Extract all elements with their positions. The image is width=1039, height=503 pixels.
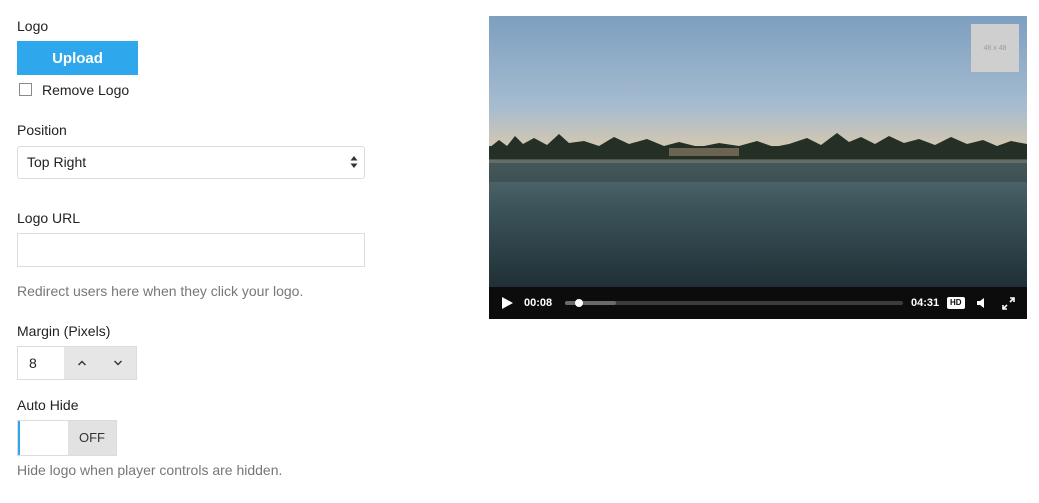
margin-decrement-button[interactable] bbox=[100, 347, 136, 379]
toggle-knob[interactable] bbox=[18, 421, 68, 455]
progress-bar[interactable] bbox=[565, 299, 903, 307]
current-time: 00:08 bbox=[524, 297, 553, 309]
remove-logo-checkbox[interactable] bbox=[19, 83, 32, 96]
auto-hide-toggle[interactable]: OFF bbox=[17, 420, 117, 456]
position-select[interactable]: Top Right bbox=[17, 146, 365, 179]
logo-settings-page: Logo Upload Remove Logo Position Top Rig… bbox=[0, 0, 1039, 503]
logo-label: Logo bbox=[17, 18, 49, 34]
hd-button[interactable]: HD bbox=[947, 287, 965, 319]
chevron-down-icon bbox=[114, 360, 122, 366]
logo-placeholder: 48 x 48 bbox=[971, 24, 1019, 72]
margin-value[interactable]: 8 bbox=[18, 347, 64, 379]
progress-buffer bbox=[565, 301, 616, 305]
margin-label: Margin (Pixels) bbox=[17, 323, 111, 339]
margin-increment-button[interactable] bbox=[64, 347, 100, 379]
upload-button[interactable]: Upload bbox=[17, 41, 138, 75]
select-arrows-icon bbox=[350, 156, 358, 168]
video-player[interactable]: 48 x 48 00:08 04:31 HD bbox=[489, 16, 1027, 319]
margin-stepper[interactable]: 8 bbox=[17, 346, 137, 380]
hd-badge: HD bbox=[947, 297, 965, 309]
play-button[interactable] bbox=[500, 287, 514, 319]
chevron-up-icon bbox=[78, 360, 86, 366]
logo-url-label: Logo URL bbox=[17, 210, 81, 226]
volume-button[interactable] bbox=[976, 287, 988, 319]
play-icon bbox=[502, 297, 513, 309]
logo-url-help: Redirect users here when they click your… bbox=[17, 283, 304, 299]
remove-logo-label[interactable]: Remove Logo bbox=[42, 81, 129, 99]
auto-hide-help: Hide logo when player controls are hidde… bbox=[17, 462, 283, 478]
fullscreen-icon bbox=[1002, 296, 1015, 310]
fullscreen-button[interactable] bbox=[1002, 287, 1015, 319]
volume-icon bbox=[977, 298, 984, 308]
progress-handle[interactable] bbox=[575, 299, 583, 307]
duration: 04:31 bbox=[911, 297, 940, 309]
video-frame-image bbox=[489, 16, 1027, 287]
logo-url-input[interactable] bbox=[17, 233, 365, 267]
position-label: Position bbox=[17, 122, 67, 138]
player-control-bar: 00:08 04:31 HD bbox=[489, 287, 1027, 319]
auto-hide-label: Auto Hide bbox=[17, 397, 79, 413]
toggle-state-label: OFF bbox=[68, 421, 116, 455]
position-select-value: Top Right bbox=[27, 154, 87, 170]
